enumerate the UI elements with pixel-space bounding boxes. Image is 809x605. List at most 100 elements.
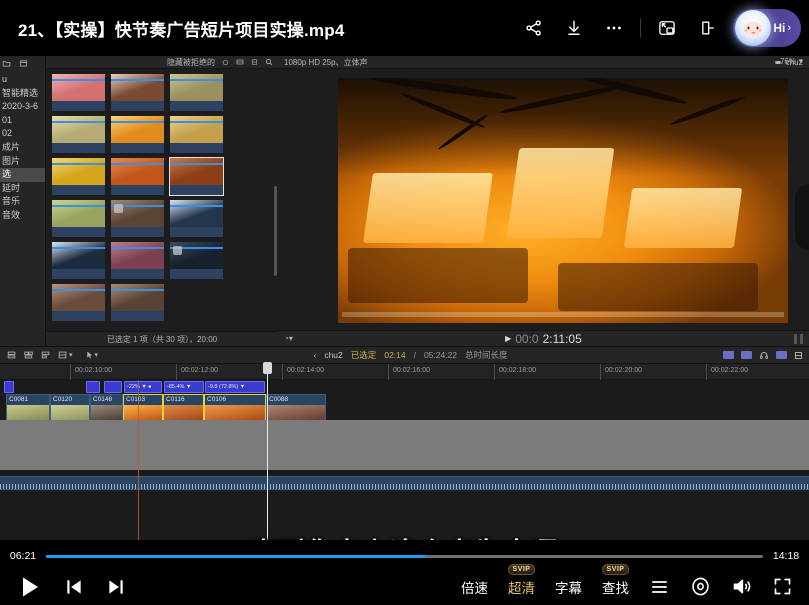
next-icon[interactable]: [106, 576, 126, 598]
bin-item-label: 选: [2, 169, 11, 179]
playlist-icon[interactable]: [649, 577, 670, 597]
audio-track-row[interactable]: -22% ▼ ⏹-85.4% ▼-9.8 (72.8%) ▼: [0, 380, 809, 394]
more-icon[interactable]: [594, 8, 634, 48]
timeline-tracks[interactable]: -22% ▼ ⏹-85.4% ▼-9.8 (72.8%) ▼ C0081C012…: [0, 380, 809, 540]
pointer-icon[interactable]: ▾: [85, 350, 99, 360]
bin-item[interactable]: 02: [0, 127, 45, 141]
thumbnail-strip: [111, 79, 164, 81]
media-thumbnail[interactable]: [170, 200, 223, 237]
bin-item[interactable]: 音乐: [0, 195, 45, 209]
download-icon[interactable]: [554, 8, 594, 48]
quality-button[interactable]: 超清SVIP: [508, 577, 535, 597]
dynamic-trim-icon[interactable]: [23, 350, 34, 360]
media-thumbnail[interactable]: [52, 200, 105, 237]
viewer-zoom-control[interactable]: 76% ▾: [780, 57, 803, 66]
video-subtitle: 直到你卡上这个点为止啊: [0, 532, 809, 540]
blade-icon[interactable]: [40, 350, 51, 360]
media-thumbnail[interactable]: [111, 284, 164, 321]
bin-item[interactable]: 01: [0, 114, 45, 128]
timeline-audio-clip[interactable]: [86, 381, 100, 393]
bin-item[interactable]: 音效: [0, 209, 45, 223]
bin-item[interactable]: 选: [0, 168, 45, 182]
cast-icon[interactable]: [687, 8, 727, 48]
user-profile-button[interactable]: Hi ›: [733, 9, 801, 47]
timeline-audio-clip[interactable]: [4, 381, 14, 393]
media-thumbnail[interactable]: [170, 242, 223, 279]
media-thumbnail[interactable]: [170, 116, 223, 153]
media-thumbnail[interactable]: [52, 74, 105, 111]
viewer-format-label: 1080p HD 25p、立体声: [284, 57, 368, 68]
media-thumbnail[interactable]: [170, 74, 223, 111]
viewer-panel[interactable]: 1080p HD 25p、立体声 chu2 76% ▾: [278, 56, 809, 346]
timeline-audio-clip[interactable]: -22% ▼ ⏹: [124, 381, 162, 393]
bin-item[interactable]: 成片: [0, 141, 45, 155]
flag-icon[interactable]: [776, 351, 787, 359]
playhead[interactable]: [267, 364, 268, 540]
media-thumbnail[interactable]: [52, 242, 105, 279]
thumbnail-label-bar: [111, 143, 164, 153]
media-thumbnail[interactable]: [111, 116, 164, 153]
volume-icon[interactable]: [731, 576, 752, 597]
bin-item-label: 成片: [2, 142, 20, 152]
ui-corner-decoration: [795, 184, 809, 250]
media-thumbnail[interactable]: [111, 242, 164, 279]
chevron-down-icon[interactable]: ▾: [799, 57, 803, 66]
timeline-name[interactable]: chu2: [324, 350, 342, 360]
master-audio-track[interactable]: [0, 476, 809, 490]
timeline-audio-clip[interactable]: -9.8 (72.8%) ▼: [205, 381, 265, 393]
bin-item[interactable]: u: [0, 73, 45, 87]
timeline-audio-clip[interactable]: -85.4% ▼: [164, 381, 204, 393]
bin-item[interactable]: 2020-3-6: [0, 100, 45, 114]
chevron-down-icon[interactable]: ▾: [69, 351, 73, 359]
share-icon[interactable]: [514, 8, 554, 48]
hide-rejected-label[interactable]: 隐藏被拒绝的: [167, 57, 215, 68]
player-controls[interactable]: 06:21 14:18 倍速超清SVIP字幕查找SVIP: [0, 540, 809, 605]
prev-timeline-button[interactable]: ‹: [313, 350, 316, 360]
app-root: 21、【实操】快节奏广告短片项目实操.mp4: [0, 0, 809, 605]
snap-icon[interactable]: [723, 351, 734, 359]
thumbnail-grid[interactable]: [46, 69, 278, 321]
playhead-handle[interactable]: [263, 362, 272, 374]
media-thumbnail[interactable]: [111, 74, 164, 111]
subtitle-button[interactable]: 字幕: [555, 577, 582, 597]
search-button[interactable]: 查找SVIP: [602, 577, 629, 597]
chevron-down-icon[interactable]: ▾: [95, 351, 99, 359]
thumbnail-image: [52, 200, 105, 227]
bin-item[interactable]: 图片: [0, 155, 45, 169]
progress-bar[interactable]: [46, 555, 763, 558]
trim-icon[interactable]: [6, 350, 17, 360]
media-thumbnail[interactable]: [111, 158, 164, 195]
media-thumbnail[interactable]: [170, 158, 223, 195]
media-thumbnail[interactable]: [111, 200, 164, 237]
speed-button[interactable]: 倍速: [461, 577, 488, 597]
insert-icon[interactable]: ▾: [57, 350, 73, 360]
timeline-ruler[interactable]: 00:02:10:0000:02:12:0000:02:14:0000:02:1…: [0, 364, 809, 380]
viewer-options-icon[interactable]: ◔▾: [278, 334, 293, 343]
media-thumbnail[interactable]: [52, 284, 105, 321]
thumbnail-label-bar: [52, 185, 105, 195]
shadow-shape: [348, 248, 528, 303]
pip-icon[interactable]: [647, 8, 687, 48]
media-thumbnail[interactable]: [52, 116, 105, 153]
bin-item[interactable]: 延时: [0, 182, 45, 196]
thumbnail-label-bar: [52, 311, 105, 321]
bin-item[interactable]: 智能精选: [0, 87, 45, 101]
marker-icon[interactable]: [741, 351, 752, 359]
settings-icon[interactable]: [690, 576, 711, 597]
fullscreen-icon[interactable]: [772, 576, 793, 597]
thumbnail-image: [170, 158, 223, 185]
previous-icon[interactable]: [64, 576, 84, 598]
media-pool[interactable]: 隐藏被拒绝的 已选定 1 项（共 30 项），20:00: [46, 56, 278, 346]
project-bin-sidebar[interactable]: u智能精选2020-3-60102成片图片选延时音乐音效: [0, 56, 46, 346]
timeline-toolbar[interactable]: ▾ ▾ ‹ chu2 已选定 02:14 / 05:24:22 总时间长度: [0, 346, 809, 364]
viewer-scrub-bar[interactable]: [342, 312, 784, 317]
smart-bin-icon: [19, 59, 28, 68]
viewer-play-glyph[interactable]: ▶: [505, 334, 511, 343]
media-pool-scrollbar[interactable]: [274, 186, 277, 276]
media-thumbnail[interactable]: [52, 158, 105, 195]
video-frame[interactable]: u智能精选2020-3-60102成片图片选延时音乐音效 隐藏被拒绝的 已选定 …: [0, 56, 809, 540]
timeline-audio-clip[interactable]: [104, 381, 122, 393]
play-icon[interactable]: [18, 574, 42, 600]
bin-list[interactable]: u智能精选2020-3-60102成片图片选延时音乐音效: [0, 70, 45, 223]
timeline-toolbar-right[interactable]: [723, 351, 803, 360]
